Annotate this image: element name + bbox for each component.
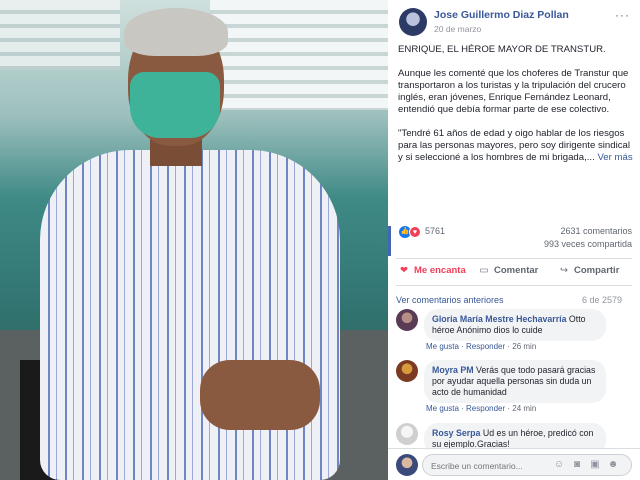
author-avatar[interactable] [399, 8, 427, 36]
comments-page-count: 6 de 2579 [581, 295, 622, 305]
post-panel: Jose Guillermo Diaz Pollan 20 de marzo ·… [388, 0, 640, 480]
love-icon: ❤ [400, 265, 408, 276]
share-icon: ↪ [560, 265, 568, 276]
photo-window-left [0, 0, 120, 70]
action-bar: ❤ Me encanta ▭ Comentar ↪ Compartir [396, 258, 632, 286]
comment-meta: Me gusta · Responder · 24 min [426, 404, 537, 413]
comment-time[interactable]: 24 min [512, 404, 536, 413]
gif-icon[interactable]: ▣ [589, 459, 601, 471]
post-date[interactable]: 20 de marzo [434, 24, 481, 34]
panel-edge-accent [388, 226, 391, 256]
post-header: Jose Guillermo Diaz Pollan 20 de marzo ·… [388, 0, 640, 40]
see-more-link[interactable]: Ver más [597, 152, 632, 163]
comment-like-link[interactable]: Me gusta [426, 342, 459, 351]
comment-like-link[interactable]: Me gusta [426, 404, 459, 413]
shares-count[interactable]: 993 veces compartida [544, 239, 632, 249]
commenter-avatar[interactable] [396, 423, 418, 445]
post-paragraph-1: Aunque les comenté que los choferes de T… [398, 68, 629, 115]
comments-count[interactable]: 2631 comentarios [560, 226, 632, 236]
share-button-label: Compartir [574, 265, 620, 276]
emoji-icon[interactable]: ☺ [553, 459, 565, 471]
comment-time[interactable]: 26 min [512, 342, 536, 351]
share-button[interactable]: ↪ Compartir [558, 265, 619, 276]
reaction-count[interactable]: 5761 [425, 226, 445, 236]
comment-button-label: Comentar [494, 265, 539, 276]
love-button-label: Me encanta [414, 265, 466, 276]
photo-hands [200, 360, 320, 430]
comment-bubble: Gloria María Mestre Hechavarría Otto hér… [424, 309, 606, 341]
comment-meta: Me gusta · Responder · 26 min [426, 342, 537, 351]
love-reaction-icon: ♥ [409, 226, 421, 238]
post-title: ENRIQUE, EL HÉROE MAYOR DE TRANSTUR. [398, 44, 606, 55]
post-paragraph-2: "Tendré 61 años de edad y oigo hablar de… [398, 128, 634, 164]
photo-window [210, 0, 388, 110]
post-photo[interactable] [0, 0, 388, 480]
comment-bubble: Moyra PM Verás que todo pasará gracias p… [424, 360, 606, 403]
comment-composer: ☺ ◙ ▣ ☻ [388, 448, 640, 480]
photo-face-mask [130, 72, 220, 138]
previous-comments-link[interactable]: Ver comentarios anteriores [396, 295, 504, 305]
photo-gown [40, 150, 340, 480]
current-user-avatar[interactable] [396, 454, 418, 476]
commenter-avatar[interactable] [396, 309, 418, 331]
comment-icon: ▭ [479, 265, 489, 276]
commenter-name[interactable]: Gloria María Mestre Hechavarría [432, 314, 566, 324]
comment-input-box[interactable]: ☺ ◙ ▣ ☻ [422, 454, 632, 476]
camera-icon[interactable]: ◙ [571, 459, 583, 471]
commenter-name[interactable]: Rosy Serpa [432, 428, 480, 438]
commenter-name[interactable]: Moyra PM [432, 365, 474, 375]
viewer: Jose Guillermo Diaz Pollan 20 de marzo ·… [0, 0, 640, 480]
comment-reply-link[interactable]: Responder [466, 342, 505, 351]
sticker-icon[interactable]: ☻ [607, 459, 619, 471]
photo-hair [124, 8, 228, 56]
more-options-icon[interactable]: ··· [615, 8, 630, 22]
comment-input[interactable] [431, 459, 539, 472]
love-button[interactable]: ❤ Me encanta [398, 265, 466, 276]
post-paragraph-2-text: "Tendré 61 años de edad y oigo hablar de… [398, 128, 630, 163]
comment-button[interactable]: ▭ Comentar [478, 265, 539, 276]
commenter-avatar[interactable] [396, 360, 418, 382]
author-name[interactable]: Jose Guillermo Diaz Pollan [434, 9, 569, 21]
post-text: ENRIQUE, EL HÉROE MAYOR DE TRANSTUR. Aun… [398, 44, 634, 176]
comment-reply-link[interactable]: Responder [466, 404, 505, 413]
